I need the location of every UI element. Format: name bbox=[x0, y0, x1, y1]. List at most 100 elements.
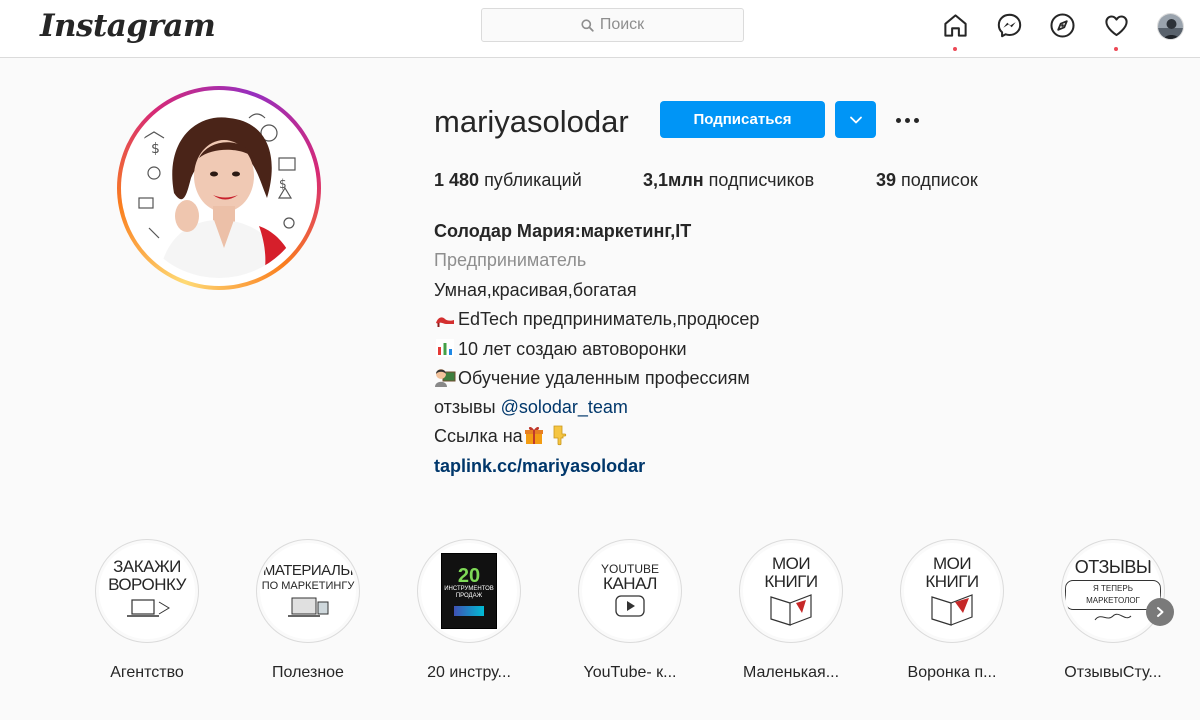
more-options-button[interactable] bbox=[891, 108, 923, 132]
bio-line-1: Умная,красивая,богатая bbox=[434, 280, 637, 300]
following-number: 39 bbox=[876, 170, 897, 190]
explore-icon bbox=[1049, 12, 1075, 38]
woman-teacher-icon bbox=[435, 369, 456, 387]
activity-button[interactable] bbox=[1101, 10, 1131, 40]
highlight-label: Маленькая... bbox=[742, 664, 840, 681]
avatar-image bbox=[1158, 14, 1183, 39]
activity-notification-dot bbox=[1114, 47, 1118, 51]
top-navigation: Instagram Поиск bbox=[0, 0, 1200, 58]
suggested-accounts-button[interactable] bbox=[835, 101, 876, 138]
bio-line-2: EdTech предприниматель,продюсер bbox=[434, 307, 759, 331]
highlight-cover: МАТЕРИАЛЫ ПО МАРКЕТИНГУ bbox=[256, 539, 360, 643]
book-cover: 20 ИНСТРУМЕНТОВ ПРОДАЖ bbox=[441, 553, 497, 629]
highlight-cover-text: МОИ bbox=[771, 554, 811, 573]
laptop-doodle bbox=[127, 599, 170, 617]
bio-line-4-text: Обучение удаленным профессиям bbox=[458, 368, 750, 388]
profile-username: mariyasolodar bbox=[434, 104, 629, 139]
profile-category: Предприниматель bbox=[434, 250, 587, 270]
book-doodle bbox=[931, 594, 973, 626]
bio-line-5: отзывы @solodar_team bbox=[434, 395, 628, 419]
bio-line-6: Ссылка на bbox=[434, 424, 571, 448]
highlight-item[interactable]: YOUTUBE КАНАЛ YouTube- к... bbox=[550, 539, 710, 682]
profile-website-link[interactable]: taplink.cc/mariyasolodar bbox=[434, 454, 645, 478]
highlight-label: Агентство bbox=[110, 664, 184, 681]
highlight-label: Воронка п... bbox=[907, 664, 997, 681]
scribble-doodle bbox=[1094, 613, 1132, 621]
highlight-cover-text: МОИ bbox=[932, 554, 972, 573]
heart-icon bbox=[1104, 14, 1128, 36]
high-heel-icon bbox=[436, 317, 454, 327]
devices-doodle bbox=[288, 597, 329, 617]
highlight-cover: МОИ КНИГИ bbox=[739, 539, 843, 643]
more-icon bbox=[913, 117, 919, 123]
highlight-label: 20 инстру... bbox=[427, 664, 511, 681]
highlight-item[interactable]: ЗАКАЖИ ВОРОНКУ Агентство bbox=[67, 539, 227, 682]
profile-picture: $ $ bbox=[129, 98, 309, 278]
highlight-cover: МОИ КНИГИ bbox=[900, 539, 1004, 643]
bio-line-2-text: EdTech предприниматель,продюсер bbox=[458, 309, 760, 329]
following-label: подписок bbox=[901, 170, 978, 190]
profile-avatar-button[interactable] bbox=[1157, 13, 1184, 40]
highlight-cover-text: 20 bbox=[457, 565, 481, 587]
pointing-down-icon bbox=[553, 425, 566, 446]
following-count[interactable]: 39 подписок bbox=[876, 170, 978, 191]
highlight-cover: ЗАКАЖИ ВОРОНКУ bbox=[95, 539, 199, 643]
follow-button[interactable]: Подписаться bbox=[660, 101, 825, 138]
search-icon bbox=[581, 18, 594, 32]
highlight-label: ОтзывыСту... bbox=[1064, 664, 1162, 681]
posts-count: 1 480 публикаций bbox=[434, 170, 582, 191]
highlight-cover: ОТЗЫВЫ Я ТЕПЕРЬ МАРКЕТОЛОГ bbox=[1061, 539, 1165, 643]
highlight-cover-text: КНИГИ bbox=[925, 572, 979, 591]
highlight-cover-text: МАТЕРИАЛЫ bbox=[262, 562, 354, 579]
messenger-icon bbox=[997, 13, 1021, 37]
instagram-logo[interactable]: Instagram bbox=[40, 8, 216, 44]
highlight-label: YouTube- к... bbox=[583, 664, 677, 681]
chevron-right-icon bbox=[1157, 607, 1164, 617]
highlight-cover-text: КАНАЛ bbox=[603, 574, 657, 593]
more-icon bbox=[895, 117, 901, 123]
profile-story-ring[interactable]: $ $ bbox=[117, 86, 321, 290]
mention-link[interactable]: @solodar_team bbox=[501, 397, 628, 417]
highlight-item[interactable]: МОИ КНИГИ Воронка п... bbox=[872, 539, 1032, 682]
home-notification-dot bbox=[953, 47, 957, 51]
profile-photo: $ $ bbox=[129, 98, 309, 278]
bio-line-3: 10 лет создаю автоворонки bbox=[434, 337, 687, 361]
followers-label: подписчиков bbox=[708, 170, 815, 190]
gift-icon bbox=[524, 426, 543, 444]
highlight-item[interactable]: МАТЕРИАЛЫ ПО МАРКЕТИНГУ Полезное bbox=[228, 539, 388, 682]
followers-number: 3,1млн bbox=[643, 170, 704, 190]
svg-text:$: $ bbox=[151, 141, 160, 157]
search-placeholder: Поиск bbox=[599, 16, 645, 33]
highlight-item[interactable]: МОИ КНИГИ Маленькая... bbox=[711, 539, 871, 682]
home-icon bbox=[943, 13, 967, 37]
highlight-cover: 20 ИНСТРУМЕНТОВ ПРОДАЖ bbox=[417, 539, 521, 643]
svg-text:$: $ bbox=[279, 177, 287, 191]
posts-number: 1 480 bbox=[434, 170, 480, 190]
bio-line-5-prefix: отзывы bbox=[434, 397, 501, 417]
bio-line-4: Обучение удаленным профессиям bbox=[434, 366, 750, 390]
profile-full-name: Солодар Мария:маркетинг,IT bbox=[434, 221, 692, 241]
highlight-cover-text: КНИГИ bbox=[764, 572, 818, 591]
book-doodle bbox=[770, 594, 812, 626]
explore-button[interactable] bbox=[1047, 10, 1077, 40]
chevron-down-icon bbox=[849, 116, 862, 123]
highlight-cover-text: ИНСТРУМЕНТОВ ПРОДАЖ bbox=[444, 586, 494, 599]
direct-button[interactable] bbox=[994, 10, 1024, 40]
highlight-cover-text: ПО МАРКЕТИНГУ bbox=[261, 580, 355, 592]
play-doodle bbox=[615, 595, 645, 617]
highlight-label: Полезное bbox=[272, 664, 344, 681]
bio-line-3-text: 10 лет создаю автоворонки bbox=[458, 339, 687, 359]
highlight-item[interactable]: 20 ИНСТРУМЕНТОВ ПРОДАЖ 20 инстру... bbox=[389, 539, 549, 682]
posts-label: публикаций bbox=[484, 170, 582, 190]
bio-line-6-text: Ссылка на bbox=[434, 426, 523, 446]
highlight-cover-text: ВОРОНКУ bbox=[108, 575, 186, 594]
highlight-cover-text: ЗАКАЖИ bbox=[113, 557, 181, 576]
more-icon bbox=[904, 117, 910, 123]
followers-count[interactable]: 3,1млн подписчиков bbox=[643, 170, 814, 191]
bar-chart-icon bbox=[436, 339, 454, 357]
profile-picture-frame: $ $ bbox=[121, 90, 317, 286]
highlight-cover-text: ОТЗЫВЫ bbox=[1074, 557, 1152, 577]
home-button[interactable] bbox=[940, 10, 970, 40]
search-input[interactable]: Поиск bbox=[481, 8, 744, 42]
highlights-next-button[interactable] bbox=[1146, 598, 1174, 626]
